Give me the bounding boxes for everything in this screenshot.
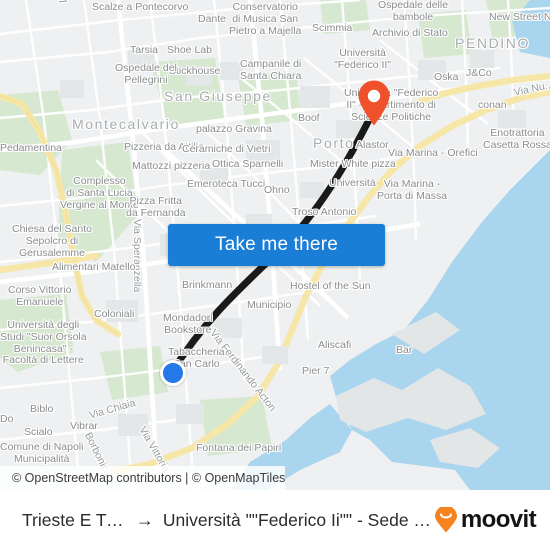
- destination-pin-icon[interactable]: [357, 80, 391, 126]
- moovit-route-screen: VentagliariScalze a PontecorvoConservato…: [0, 0, 550, 550]
- moovit-logo[interactable]: moovit: [433, 506, 550, 534]
- map-attribution: © OpenStreetMap contributors | © OpenMap…: [0, 466, 286, 490]
- moovit-pin-smile-icon: [434, 507, 457, 533]
- bottom-route-bar: Trieste E Tre... → Università ""Federico…: [0, 490, 550, 550]
- take-me-there-button[interactable]: Take me there: [168, 224, 385, 266]
- moovit-wordmark: moovit: [460, 506, 537, 533]
- route-destination-label: Università ""Federico Ii"" - Sede Cen...: [162, 509, 433, 530]
- map-canvas[interactable]: VentagliariScalze a PontecorvoConservato…: [0, 0, 550, 490]
- route-summary[interactable]: Trieste E Tre... → Università ""Federico…: [0, 510, 433, 531]
- route-origin-label: Trieste E Tre...: [22, 509, 127, 530]
- route-arrow-icon: →: [135, 510, 154, 530]
- origin-marker-dot[interactable]: [160, 360, 186, 386]
